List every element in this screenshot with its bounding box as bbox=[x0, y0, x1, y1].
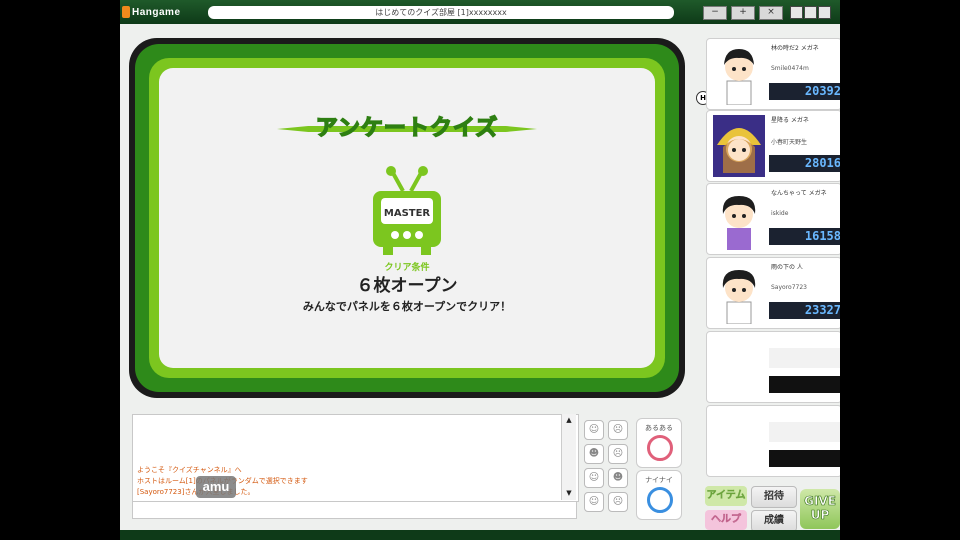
aruaru-label: あるある bbox=[645, 424, 673, 432]
emoticon-button[interactable]: ☺ bbox=[584, 420, 604, 440]
player-name: 雨の下の 人 bbox=[771, 264, 803, 271]
player-slot-4[interactable]: 雨の下の 人 Sayoro7723 23327 bbox=[706, 257, 840, 329]
give-up-button[interactable]: GIVE UP bbox=[800, 489, 840, 529]
clear-condition: ６枚オープン bbox=[356, 276, 458, 296]
player-slot-2[interactable]: 星降る メガネ 小春町天野生 28016 bbox=[706, 110, 840, 182]
player-slot-3[interactable]: なんちゃって メガネ iskide 16158 bbox=[706, 183, 840, 255]
bottom-bar bbox=[120, 530, 840, 540]
give-up-label-1: GIVE bbox=[804, 494, 836, 509]
player-id: Smile0474m bbox=[771, 65, 809, 72]
minimize-button[interactable]: − bbox=[703, 6, 727, 20]
chat-message: ようこそ『クイズチャンネル』へ bbox=[137, 466, 242, 474]
maximize-button[interactable]: + bbox=[731, 6, 755, 20]
player-slot-empty-2[interactable] bbox=[706, 405, 840, 477]
quiz-type-banner: アンケートクイズ bbox=[277, 112, 537, 146]
game-window: Hangame はじめてのクイズ部屋 [1]xxxxxxxx − + × アンケ… bbox=[120, 0, 840, 540]
sound-icon[interactable] bbox=[804, 6, 817, 19]
player-slot-1[interactable]: 林の時だ2 メガネ Smile0474m 20392 bbox=[706, 38, 840, 110]
tv-master-icon: MASTER bbox=[373, 166, 441, 255]
player-score-empty bbox=[769, 450, 840, 467]
emoticon-button[interactable]: ☻ bbox=[608, 468, 628, 488]
invite-button[interactable]: 招待 bbox=[751, 486, 797, 508]
quiz-screen: アンケートクイズ MASTER クリア条件 ６枚オープン みんなでパネルを６枚オ… bbox=[159, 68, 655, 368]
close-button[interactable]: × bbox=[759, 6, 783, 20]
tv-label: MASTER bbox=[384, 208, 431, 219]
player-slot-empty-1[interactable] bbox=[706, 331, 840, 403]
player-name: なんちゃって メガネ bbox=[771, 190, 827, 197]
quiz-type-title: アンケートクイズ bbox=[315, 115, 499, 142]
player-id: Sayoro7723 bbox=[771, 284, 807, 291]
window-icon[interactable] bbox=[790, 6, 803, 19]
hangame-logo-icon bbox=[122, 6, 130, 18]
watermark-logo: amu bbox=[196, 476, 236, 498]
naiai-label: ナイナイ bbox=[645, 476, 673, 484]
player-score-empty bbox=[769, 376, 840, 393]
hangame-logo: Hangame bbox=[122, 5, 181, 19]
scroll-down-icon[interactable]: ▼ bbox=[564, 489, 574, 498]
player-id: 小春町天野生 bbox=[771, 139, 808, 146]
window-title: はじめてのクイズ部屋 [1]xxxxxxxx bbox=[208, 6, 674, 19]
chat-input[interactable] bbox=[132, 501, 577, 519]
player-name: 星降る メガネ bbox=[771, 117, 809, 124]
player-score: 20392 bbox=[769, 83, 840, 100]
brand-label: Hangame bbox=[132, 6, 181, 18]
quiz-board: アンケートクイズ MASTER クリア条件 ６枚オープン みんなでパネルを６枚オ… bbox=[129, 38, 685, 398]
naiai-button[interactable]: ナイナイ bbox=[636, 470, 682, 520]
help-button[interactable]: ヘルプ bbox=[705, 510, 747, 530]
avatar bbox=[724, 49, 754, 105]
player-name: 林の時だ2 メガネ bbox=[771, 45, 819, 52]
emoticon-button[interactable]: ☺ bbox=[584, 492, 604, 512]
avatar bbox=[722, 196, 756, 250]
title-bar: Hangame はじめてのクイズ部屋 [1]xxxxxxxx − + × bbox=[120, 0, 840, 24]
settings-icon[interactable] bbox=[818, 6, 831, 19]
player-score: 28016 bbox=[769, 155, 840, 172]
clear-description: みんなでパネルを６枚オープンでクリア！ bbox=[302, 300, 512, 313]
emoticon-button[interactable]: ☻ bbox=[584, 444, 604, 464]
player-score: 16158 bbox=[769, 228, 840, 245]
emoticon-button[interactable]: ☹ bbox=[608, 492, 628, 512]
aruaru-ring-icon bbox=[647, 435, 673, 461]
results-button[interactable]: 成績 bbox=[751, 510, 797, 532]
scroll-up-icon[interactable]: ▲ bbox=[564, 416, 574, 425]
avatar bbox=[713, 115, 765, 177]
emoticon-button[interactable]: ☹ bbox=[608, 444, 628, 464]
chat-scrollbar[interactable]: ▲ ▼ bbox=[561, 414, 576, 500]
player-id: iskide bbox=[771, 210, 789, 217]
aruaru-button[interactable]: あるある bbox=[636, 418, 682, 468]
player-score: 23327 bbox=[769, 302, 840, 319]
naiai-ring-icon bbox=[647, 487, 673, 513]
emoticon-button[interactable]: ☹ bbox=[608, 420, 628, 440]
give-up-label-2: UP bbox=[810, 508, 830, 523]
avatar bbox=[722, 270, 756, 324]
item-button[interactable]: アイテム bbox=[705, 486, 747, 506]
emoticon-button[interactable]: ☺ bbox=[584, 468, 604, 488]
